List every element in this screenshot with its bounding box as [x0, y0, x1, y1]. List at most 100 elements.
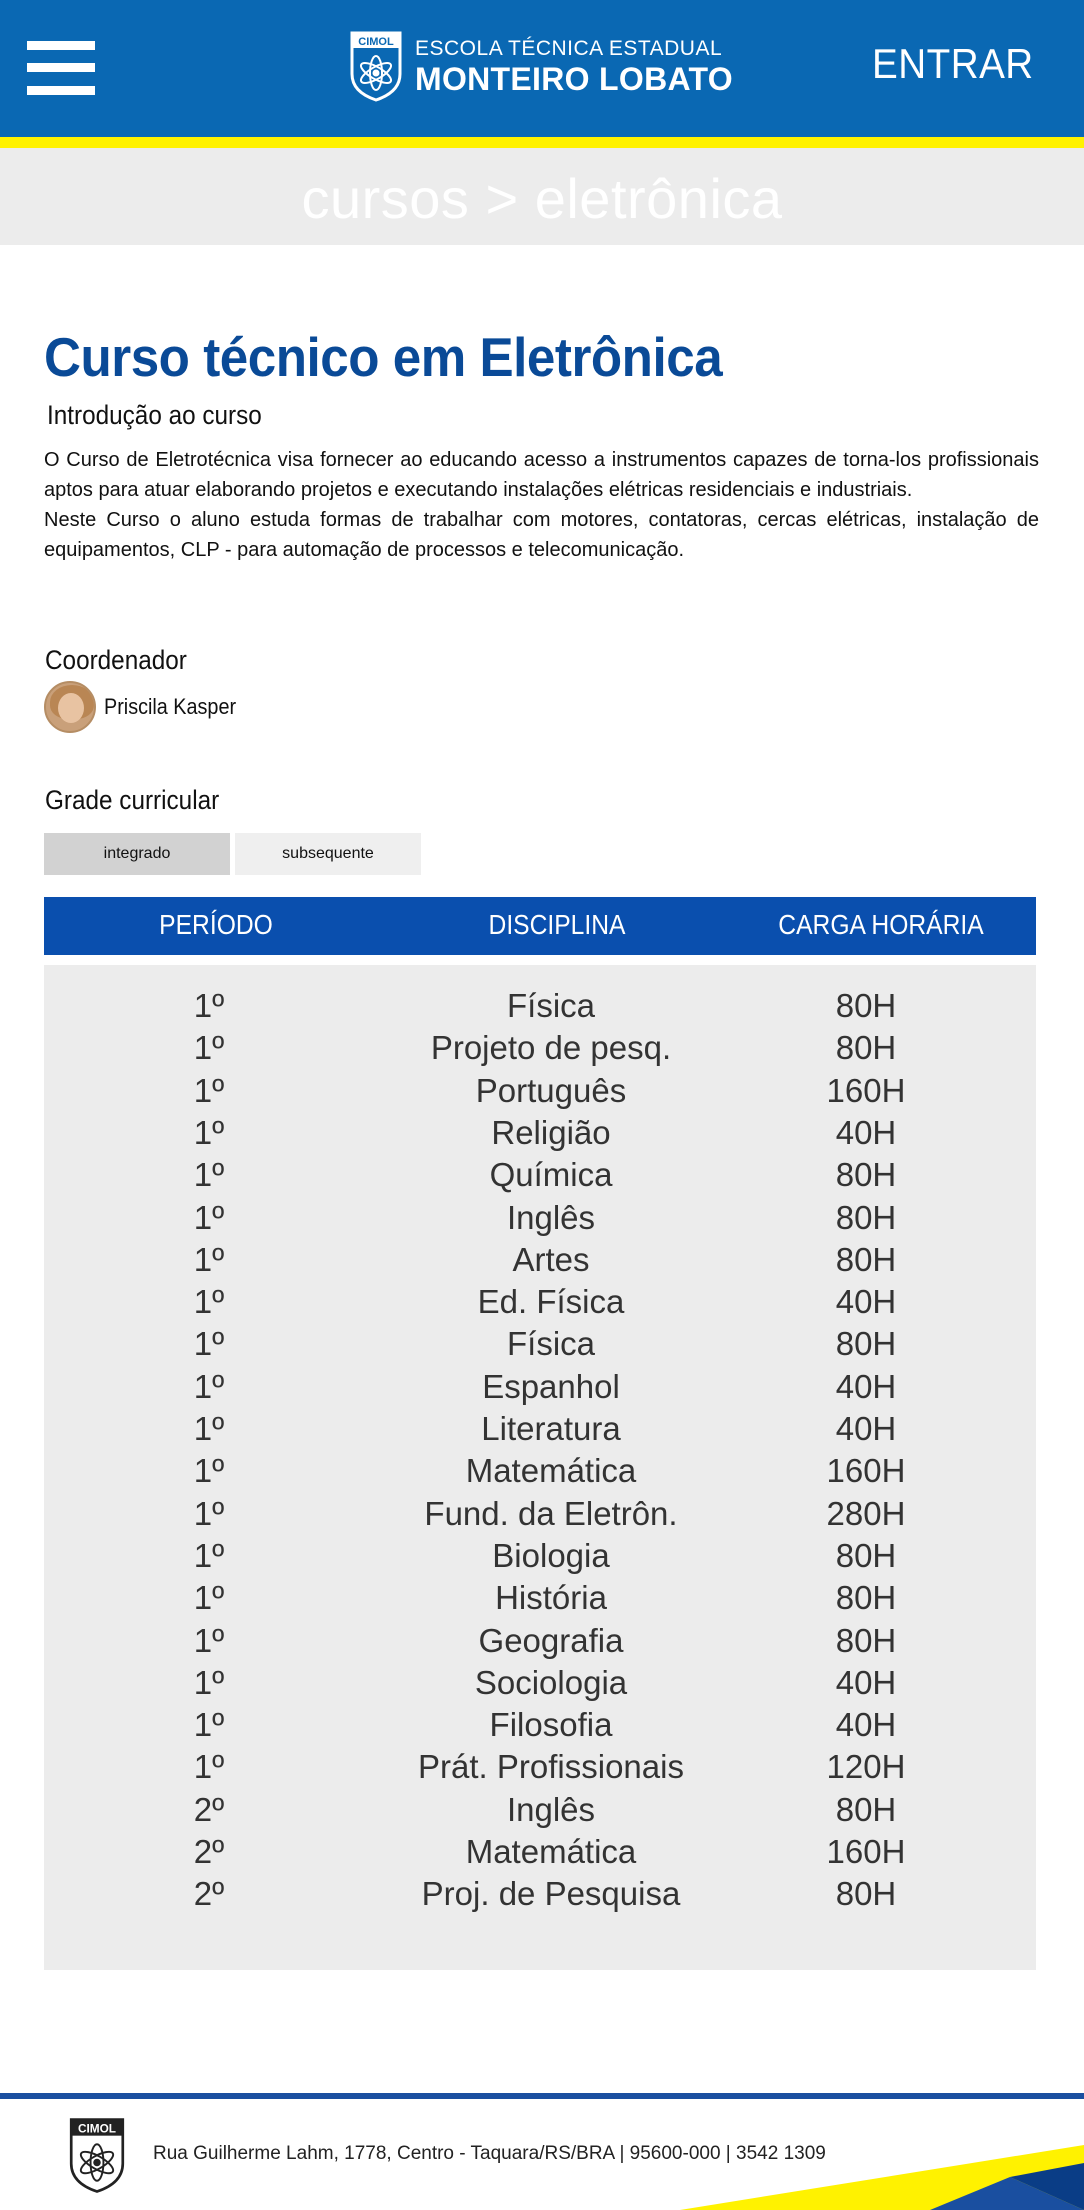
- table-row: 1º Física 80H: [44, 1325, 1036, 1367]
- footer-divider: [0, 2093, 1084, 2099]
- cell-hours: 80H: [835, 1790, 897, 1828]
- cell-hours: 80H: [835, 987, 897, 1024]
- table-row: 1º Sociologia 40H: [44, 1664, 1036, 1706]
- column-header-period: PERÍODO: [159, 909, 273, 940]
- cell-period: 1º: [193, 1579, 225, 1617]
- cell-subject: Biologia: [492, 1536, 610, 1574]
- table-row: 1º Literatura 40H: [44, 1410, 1036, 1452]
- cell-period: 1º: [193, 1029, 225, 1067]
- cell-hours: 80H: [835, 1536, 897, 1574]
- cell-subject: Português: [475, 1071, 627, 1109]
- intro-paragraph: Neste Curso o aluno estuda formas de tra…: [44, 509, 1039, 561]
- cell-hours: 40H: [835, 1663, 897, 1701]
- cell-subject: Sociologia: [474, 1663, 628, 1701]
- cell-hours: 40H: [835, 1113, 897, 1151]
- intro-paragraph: O Curso de Eletrotécnica visa fornecer a…: [44, 449, 1039, 501]
- cimol-emblem-icon: CIMOL: [350, 31, 402, 102]
- cell-subject: Química: [489, 1156, 613, 1194]
- school-logo[interactable]: CIMOL ESCOLA TÉCNICA ESTADUAL MONTEIRO L…: [349, 30, 733, 102]
- cell-hours: 80H: [835, 1621, 897, 1659]
- cell-period: 1º: [193, 1367, 225, 1405]
- table-row: 1º Prát. Profissionais 120H: [44, 1748, 1036, 1790]
- breadcrumb-bar: cursos > eletrônica: [0, 148, 1084, 245]
- cell-hours: 40H: [835, 1706, 897, 1744]
- cell-subject: Ed. Física: [477, 1283, 625, 1321]
- cell-hours: 40H: [835, 1410, 897, 1447]
- cell-period: 1º: [193, 1325, 225, 1363]
- school-name-line2: MONTEIRO LOBATO: [415, 60, 733, 97]
- cell-subject: História: [495, 1579, 607, 1617]
- cell-period: 1º: [193, 1536, 225, 1574]
- cell-hours: 80H: [835, 1325, 897, 1363]
- school-name-line1: ESCOLA TÉCNICA ESTADUAL: [415, 36, 723, 60]
- cell-period: 1º: [193, 987, 225, 1024]
- table-row: 1º Química 80H: [44, 1156, 1036, 1198]
- curriculum-tabs: integrado subsequente: [44, 833, 426, 875]
- cell-period: 1º: [193, 1410, 225, 1447]
- cell-subject: Fund. da Eletrôn.: [424, 1494, 678, 1532]
- cell-period: 1º: [193, 1621, 225, 1659]
- coordinator-name: Priscila Kasper: [104, 694, 237, 719]
- cell-period: 1º: [193, 1706, 225, 1744]
- cell-hours: 80H: [835, 1875, 897, 1913]
- cell-period: 1º: [193, 1240, 225, 1278]
- cell-subject: Matemática: [465, 1452, 637, 1490]
- cell-period: 1º: [193, 1748, 225, 1786]
- cell-subject: Geografia: [478, 1621, 624, 1659]
- cell-subject: Proj. de Pesquisa: [421, 1875, 681, 1913]
- table-row: 1º Filosofia 40H: [44, 1706, 1036, 1748]
- cell-hours: 160H: [826, 1833, 906, 1870]
- tab-subsequente[interactable]: subsequente: [235, 833, 421, 875]
- header-accent-stripe: [0, 137, 1084, 148]
- cell-hours: 80H: [835, 1240, 897, 1278]
- menu-icon[interactable]: [27, 41, 95, 95]
- table-row: 1º Biologia 80H: [44, 1537, 1036, 1579]
- curriculum-table: 1º Física 80H 1º Projeto de pesq. 80H 1º Portug…: [44, 965, 1036, 1970]
- table-row: 1º Física 80H: [44, 987, 1036, 1029]
- cell-period: 1º: [193, 1198, 225, 1236]
- cell-subject: Projeto de pesq.: [430, 1029, 672, 1067]
- cell-period: 2º: [193, 1833, 225, 1870]
- cell-subject: Inglês: [506, 1790, 596, 1828]
- column-header-hours: CARGA HORÁRIA: [778, 909, 984, 940]
- table-row: 1º Projeto de pesq. 80H: [44, 1029, 1036, 1071]
- cell-subject: Prát. Profissionais: [418, 1748, 684, 1786]
- breadcrumb: cursos > eletrônica: [301, 167, 783, 230]
- cell-hours: 80H: [835, 1156, 897, 1194]
- intro-heading: Introdução ao curso: [47, 400, 262, 430]
- cell-subject: Filosofia: [489, 1706, 613, 1744]
- table-row: 1º Fund. da Eletrôn. 280H: [44, 1495, 1036, 1537]
- cell-period: 1º: [193, 1663, 225, 1701]
- column-header-subject: DISCIPLINA: [488, 909, 626, 940]
- cell-subject: Matemática: [465, 1833, 637, 1870]
- cell-period: 1º: [193, 1283, 225, 1321]
- cell-hours: 160H: [826, 1071, 906, 1109]
- cell-hours: 40H: [835, 1283, 897, 1321]
- table-row: 1º Espanhol 40H: [44, 1368, 1036, 1410]
- login-button[interactable]: ENTRAR: [872, 40, 1034, 88]
- coordinator-card: Priscila Kasper: [44, 681, 251, 733]
- cell-subject: Física: [506, 1325, 596, 1363]
- footer-decoration: [680, 2145, 1084, 2210]
- logo-badge-text: CIMOL: [358, 36, 394, 48]
- cell-period: 1º: [193, 1156, 225, 1194]
- cell-period: 1º: [193, 1494, 225, 1532]
- table-row: 1º Inglês 80H: [44, 1199, 1036, 1241]
- site-header: CIMOL ESCOLA TÉCNICA ESTADUAL MONTEIRO L…: [0, 0, 1084, 137]
- cell-subject: Física: [506, 987, 596, 1024]
- table-row: 1º Religião 40H: [44, 1114, 1036, 1156]
- table-row: 1º Ed. Física 40H: [44, 1283, 1036, 1325]
- tab-integrado[interactable]: integrado: [44, 833, 230, 875]
- table-row: 1º Artes 80H: [44, 1241, 1036, 1283]
- cell-period: 2º: [193, 1790, 225, 1828]
- footer-logo-badge-text: CIMOL: [78, 2121, 116, 2135]
- cimol-emblem-icon: CIMOL: [69, 2118, 125, 2193]
- table-row: 1º Português 160H: [44, 1072, 1036, 1114]
- page-title: Curso técnico em Eletrônica: [44, 326, 723, 388]
- cell-period: 1º: [193, 1113, 225, 1151]
- table-row: 2º Matemática 160H: [44, 1833, 1036, 1875]
- table-row: 2º Inglês 80H: [44, 1791, 1036, 1833]
- cell-hours: 80H: [835, 1579, 897, 1617]
- table-header: PERÍODO DISCIPLINA CARGA HORÁRIA: [44, 897, 1036, 955]
- cell-period: 1º: [193, 1071, 225, 1109]
